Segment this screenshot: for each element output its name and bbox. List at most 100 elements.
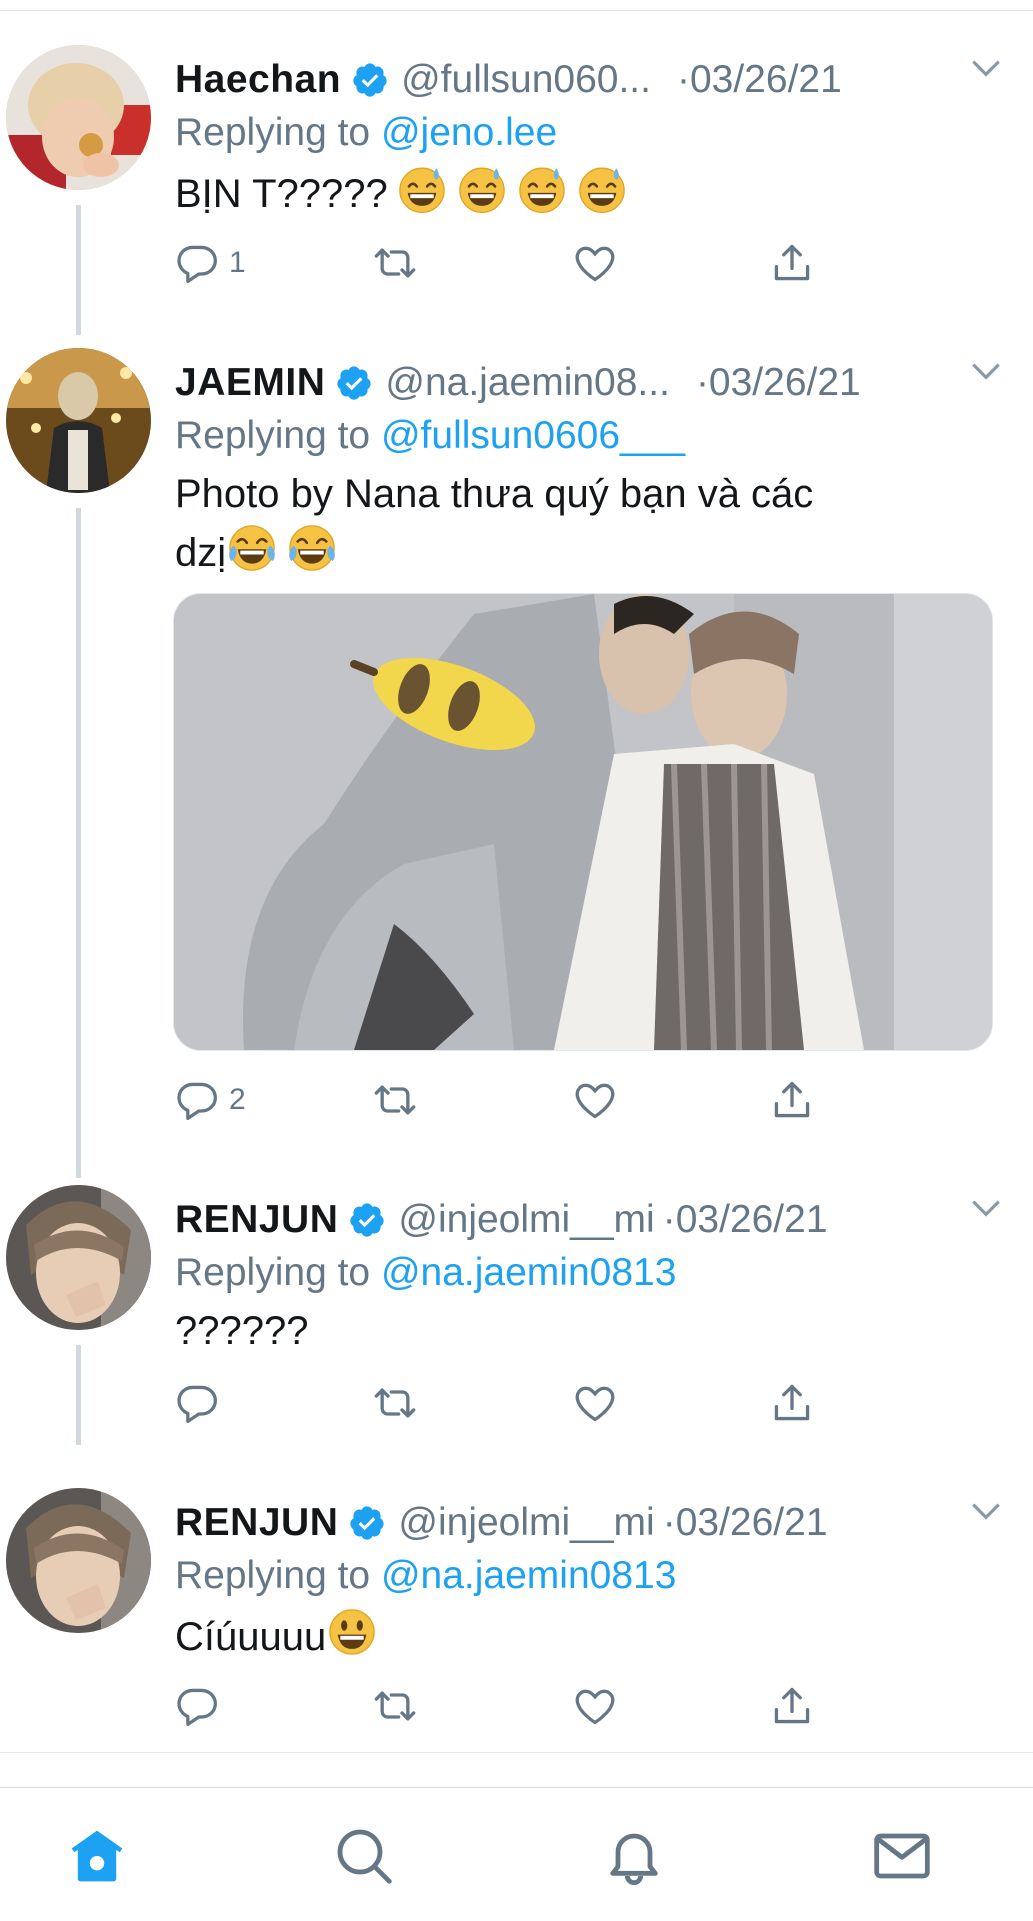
tweet-header: RENJUN @injeolmi__mi ·03/26/21	[175, 1195, 1013, 1245]
tab-search[interactable]	[332, 1824, 396, 1888]
replying-to-label: Replying to	[175, 1554, 381, 1597]
retweet-icon	[373, 1684, 417, 1728]
sweat-smile-emoji	[516, 163, 568, 215]
bottom-tab-bar	[0, 1787, 1033, 1921]
verified-badge-icon	[351, 61, 389, 99]
heart-icon	[573, 241, 617, 285]
tab-home[interactable]	[65, 1824, 129, 1888]
tweet-text: BỊN T?????	[175, 163, 975, 222]
tweet-body-line: dzị	[175, 531, 227, 575]
retweet-icon	[373, 1078, 417, 1122]
tweet[interactable]: JAEMIN @na.jaemin08... ·03/26/21 Replyin…	[0, 348, 1033, 1178]
display-name[interactable]: RENJUN	[175, 1501, 338, 1545]
tweet-body-line: Photo by Nana thưa quý bạn và các	[175, 472, 814, 516]
tweet[interactable]: RENJUN @injeolmi__mi ·03/26/21 Replying …	[0, 1488, 1033, 1748]
retweet-icon	[373, 1381, 417, 1425]
reply-icon	[175, 1381, 219, 1425]
tab-notifications[interactable]	[602, 1824, 666, 1888]
tweet-header: RENJUN @injeolmi__mi ·03/26/21	[175, 1498, 1013, 1548]
replying-to: Replying to @na.jaemin0813	[175, 1554, 676, 1598]
sweat-smile-emoji	[456, 163, 508, 215]
tweet-body: BỊN T?????	[175, 172, 388, 216]
retweet-icon	[373, 241, 417, 285]
replying-to: Replying to @jeno.lee	[175, 111, 557, 155]
tweet-text: Cíúuuuu	[175, 1606, 975, 1665]
display-name[interactable]: Haechan	[175, 58, 341, 102]
avatar[interactable]	[6, 348, 151, 493]
chevron-down-icon[interactable]	[967, 1189, 1005, 1227]
grinning-emoji	[326, 1606, 378, 1658]
chevron-down-icon[interactable]	[967, 352, 1005, 390]
tweet[interactable]: RENJUN @injeolmi__mi ·03/26/21 Replying …	[0, 1185, 1033, 1445]
replying-to-label: Replying to	[175, 1251, 381, 1294]
tweet-header: JAEMIN @na.jaemin08... ·03/26/21	[175, 358, 1013, 408]
reply-button[interactable]: 2	[175, 1075, 246, 1125]
share-icon	[770, 1078, 814, 1122]
tweet-text: ??????	[175, 1303, 975, 1359]
tweet-actions	[175, 1681, 835, 1731]
tweet-date: ·03/26/21	[695, 361, 861, 404]
reply-handle-link[interactable]: @na.jaemin0813	[381, 1554, 676, 1597]
chevron-down-icon[interactable]	[967, 49, 1005, 87]
tweet-photo[interactable]	[173, 593, 993, 1051]
reply-icon	[175, 241, 219, 285]
replying-to-label: Replying to	[175, 414, 381, 457]
tweet-date: ·03/26/21	[662, 1198, 828, 1241]
heart-icon	[573, 1078, 617, 1122]
reply-count: 1	[229, 246, 246, 279]
tweet-header: Haechan @fullsun060... ·03/26/21	[175, 55, 1013, 105]
replying-to-label: Replying to	[175, 111, 381, 154]
avatar[interactable]	[6, 45, 151, 190]
chevron-down-icon[interactable]	[967, 1492, 1005, 1530]
home-icon	[71, 1830, 123, 1882]
tweet-date: ·03/26/21	[662, 1501, 828, 1544]
avatar[interactable]	[6, 1488, 151, 1633]
search-icon	[337, 1829, 392, 1884]
user-handle[interactable]: @na.jaemin08...	[385, 361, 670, 405]
retweet-button[interactable]	[373, 238, 417, 288]
display-name[interactable]: RENJUN	[175, 1198, 338, 1242]
reply-count: 2	[229, 1083, 246, 1116]
reply-icon	[175, 1684, 219, 1728]
user-handle[interactable]: @injeolmi__mi	[398, 1198, 654, 1242]
tweet-text: Photo by Nana thưa quý bạn và các dzị	[175, 466, 975, 581]
retweet-button[interactable]	[373, 1075, 417, 1125]
notifications-icon	[610, 1833, 658, 1886]
reply-handle-link[interactable]: @na.jaemin0813	[381, 1251, 676, 1294]
verified-badge-icon	[348, 1504, 386, 1542]
tweet[interactable]: Haechan @fullsun060... ·03/26/21 Replyin…	[0, 45, 1033, 335]
reply-handle-link[interactable]: @jeno.lee	[381, 111, 557, 154]
tab-messages[interactable]	[870, 1824, 934, 1888]
reply-button[interactable]	[175, 1378, 219, 1428]
retweet-button[interactable]	[373, 1681, 417, 1731]
like-button[interactable]	[573, 1681, 617, 1731]
share-button[interactable]	[770, 238, 814, 288]
display-name[interactable]: JAEMIN	[175, 361, 325, 405]
sweat-smile-emoji	[396, 163, 448, 215]
sweat-smile-emoji	[576, 163, 628, 215]
share-icon	[770, 241, 814, 285]
like-button[interactable]	[573, 238, 617, 288]
tweet-actions	[175, 1378, 835, 1428]
tweet-body: ??????	[175, 1309, 309, 1353]
replying-to: Replying to @fullsun0606___	[175, 414, 685, 458]
thread-connector	[76, 1345, 81, 1445]
messages-icon	[874, 1833, 930, 1879]
like-button[interactable]	[573, 1378, 617, 1428]
retweet-button[interactable]	[373, 1378, 417, 1428]
user-handle[interactable]: @injeolmi__mi	[398, 1501, 654, 1545]
like-button[interactable]	[573, 1075, 617, 1125]
avatar[interactable]	[6, 1185, 151, 1330]
tweet-actions: 1	[175, 238, 835, 288]
reply-handle-link[interactable]: @fullsun0606___	[381, 414, 685, 457]
timeline-end-divider	[0, 1752, 1033, 1753]
thread-connector	[76, 205, 81, 335]
share-button[interactable]	[770, 1378, 814, 1428]
reply-button[interactable]: 1	[175, 238, 246, 288]
share-button[interactable]	[770, 1075, 814, 1125]
heart-icon	[573, 1684, 617, 1728]
user-handle[interactable]: @fullsun060...	[401, 58, 651, 102]
share-icon	[770, 1684, 814, 1728]
share-button[interactable]	[770, 1681, 814, 1731]
reply-button[interactable]	[175, 1681, 219, 1731]
